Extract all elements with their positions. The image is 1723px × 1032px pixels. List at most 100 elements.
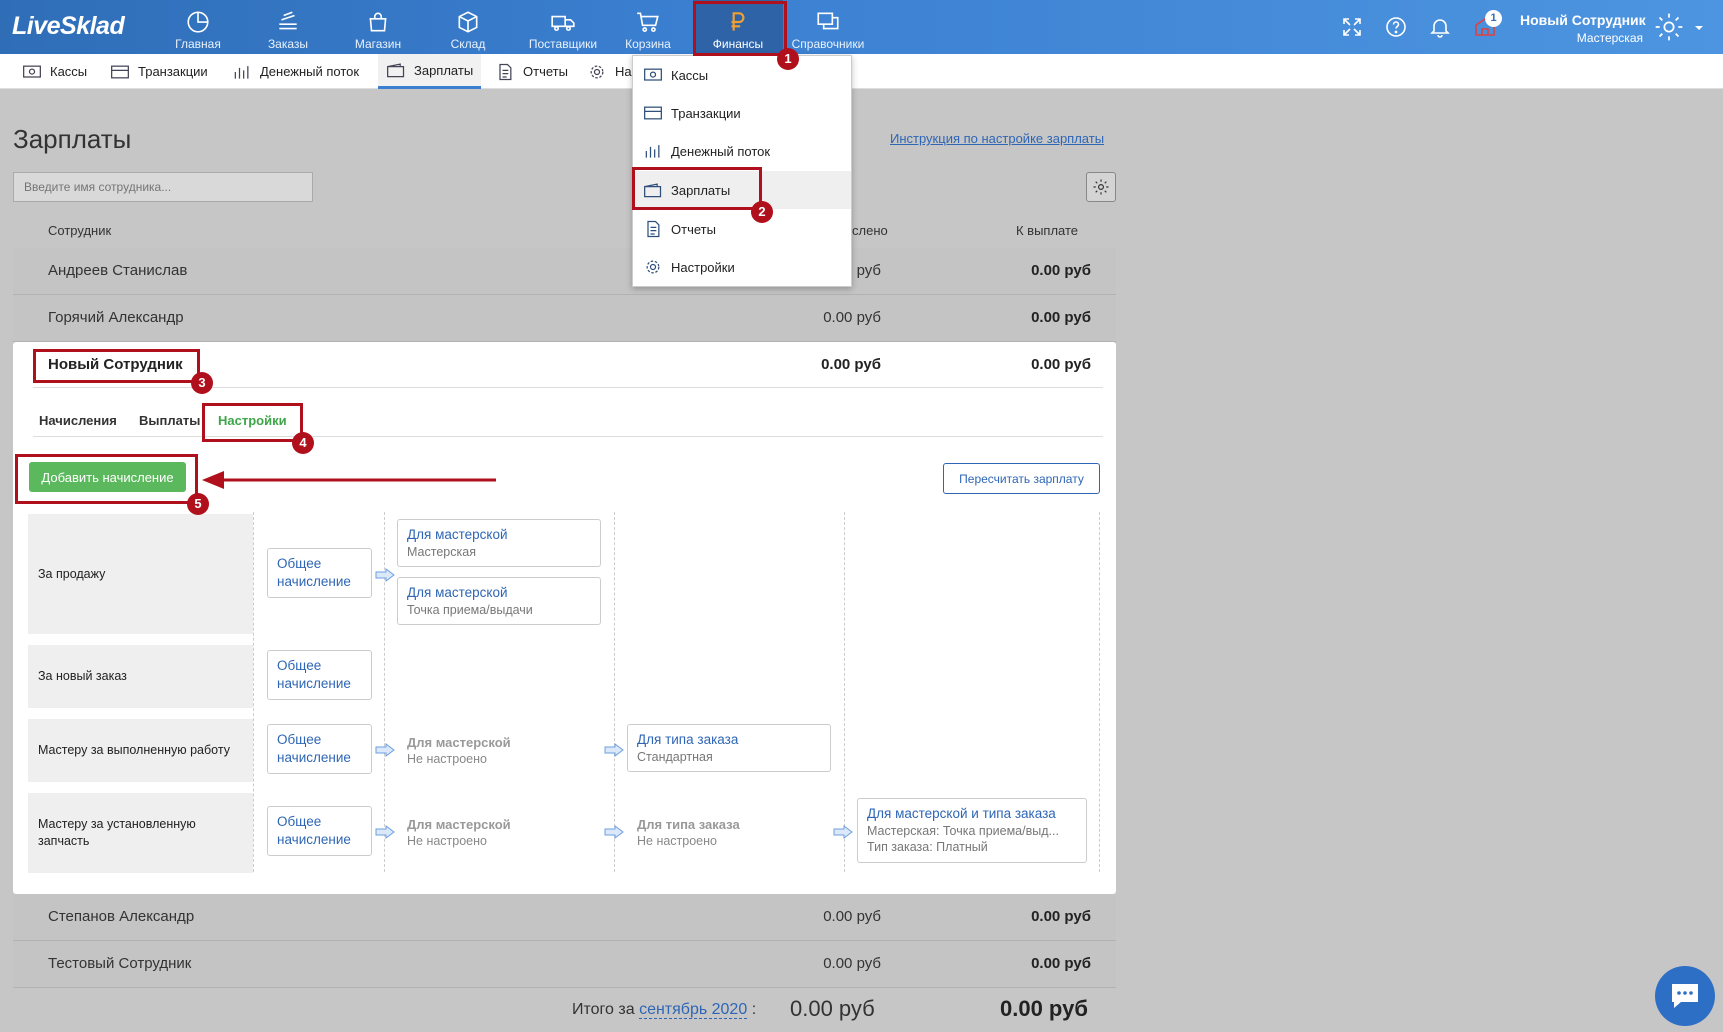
dropdown-item-label: Настройки bbox=[671, 259, 735, 275]
employee-to-pay: 0.00 руб bbox=[1031, 309, 1091, 326]
cart-icon bbox=[637, 12, 659, 33]
nav-item-home[interactable]: Главная bbox=[153, 0, 243, 54]
bell-icon[interactable] bbox=[1428, 15, 1452, 39]
rule-box[interactable]: Для мастерской Точка приема/выдачи bbox=[397, 577, 601, 626]
general-accrual-box[interactable]: Общее начисление bbox=[267, 650, 372, 700]
gear-icon bbox=[646, 260, 660, 274]
subnav-label: Транзакции bbox=[138, 64, 208, 79]
annotation-box-finance bbox=[693, 1, 787, 56]
notification-badge: 1 bbox=[1485, 10, 1502, 27]
arrow-right-icon bbox=[375, 743, 395, 757]
annotation-box-settings-tab bbox=[202, 403, 303, 442]
document-icon bbox=[499, 63, 512, 80]
total-colon: : bbox=[751, 1001, 757, 1018]
nav-item-warehouse[interactable]: Склад bbox=[423, 0, 513, 54]
bar-chart-icon bbox=[645, 145, 660, 158]
dropdown-item-cashboxes[interactable]: Кассы bbox=[633, 56, 851, 94]
salary-setup-help-link[interactable]: Инструкция по настройке зарплаты bbox=[890, 131, 1104, 146]
subnav-item-settings[interactable]: На bbox=[587, 54, 632, 89]
tab-accruals[interactable]: Начисления bbox=[39, 413, 117, 428]
placeholder-subtitle: Не настроено bbox=[407, 752, 487, 767]
arrow-right-icon bbox=[604, 825, 624, 839]
general-accrual-box[interactable]: Общее начисление bbox=[267, 806, 372, 856]
rule-placeholder[interactable]: Для типа заказа Не настроено bbox=[637, 816, 740, 850]
nav-item-shop[interactable]: Магазин bbox=[333, 0, 423, 54]
employee-to-pay: 0.00 руб bbox=[1031, 262, 1091, 279]
box-subtitle: Тип заказа: Платный bbox=[867, 840, 988, 855]
chevron-down-icon[interactable] bbox=[1693, 22, 1705, 34]
windows-icon bbox=[817, 12, 839, 30]
subnav-label: Отчеты bbox=[523, 64, 568, 79]
accrual-row-label: За продажу bbox=[28, 514, 253, 634]
accrual-row-label: За новый заказ bbox=[28, 645, 253, 708]
dropdown-item-transactions[interactable]: Транзакции bbox=[633, 94, 851, 132]
subnav-label: Кассы bbox=[50, 64, 88, 79]
placeholder-title: Для мастерской bbox=[407, 817, 511, 832]
subnav-item-cashflow[interactable]: Денежный поток bbox=[232, 54, 359, 89]
dropdown-item-label: Транзакции bbox=[671, 105, 741, 121]
column-separator bbox=[614, 512, 615, 872]
rule-placeholder[interactable]: Для мастерской Не настроено bbox=[407, 816, 511, 850]
app-logo[interactable]: LiveSklad bbox=[12, 12, 125, 41]
column-separator bbox=[844, 512, 845, 872]
wallet-icon bbox=[387, 63, 405, 78]
dropdown-item-cashflow[interactable]: Денежный поток bbox=[633, 132, 851, 170]
page-title: Зарплаты bbox=[13, 124, 132, 154]
employee-row[interactable]: Горячий Александр 0.00 руб 0.00 руб bbox=[13, 295, 1116, 342]
bar-chart-icon bbox=[234, 65, 249, 79]
recalculate-salary-button[interactable]: Пересчитать зарплату bbox=[943, 463, 1100, 494]
annotation-number: 5 bbox=[187, 493, 209, 515]
cash-icon bbox=[23, 65, 41, 78]
total-prefix: Итого за bbox=[572, 1001, 635, 1018]
column-header-accrued: слено bbox=[852, 223, 888, 238]
dropdown-item-settings[interactable]: Настройки bbox=[633, 248, 851, 286]
box-title: Для мастерской и типа заказа bbox=[867, 806, 1056, 821]
accrual-row-label: Мастеру за установленную запчасть bbox=[28, 793, 253, 873]
nav-item-suppliers[interactable]: Поставщики bbox=[513, 0, 613, 54]
employee-row[interactable]: Степанов Александр 0.00 руб 0.00 руб bbox=[13, 894, 1116, 941]
user-role: Мастерская bbox=[1576, 31, 1643, 45]
subnav-item-salaries[interactable]: Зарплаты bbox=[378, 54, 482, 89]
column-separator bbox=[253, 512, 254, 872]
rule-box[interactable]: Для типа заказа Стандартная bbox=[627, 724, 831, 773]
subnav-item-cashboxes[interactable]: Кассы bbox=[22, 54, 87, 89]
nav-item-cart[interactable]: Корзина bbox=[603, 0, 693, 54]
general-accrual-box[interactable]: Общее начисление bbox=[267, 548, 372, 598]
table-settings-button[interactable] bbox=[1086, 172, 1116, 202]
nav-item-label: Магазин bbox=[354, 37, 402, 51]
employee-row[interactable]: Тестовый Сотрудник 0.00 руб 0.00 руб bbox=[13, 941, 1116, 988]
rule-box[interactable]: Для мастерской и типа заказа Мастерская:… bbox=[857, 798, 1087, 863]
help-icon[interactable] bbox=[1384, 15, 1408, 39]
nav-item-references[interactable]: Справочники bbox=[783, 0, 873, 54]
employee-search-input[interactable] bbox=[13, 172, 313, 202]
nav-item-orders[interactable]: Заказы bbox=[243, 0, 333, 54]
employee-name: Тестовый Сотрудник bbox=[48, 955, 192, 972]
employee-name: Степанов Александр bbox=[48, 908, 195, 925]
annotation-number: 2 bbox=[751, 201, 773, 223]
tab-payments[interactable]: Выплаты bbox=[139, 413, 200, 428]
month-selector[interactable]: сентябрь 2020 bbox=[639, 1001, 748, 1019]
user-name[interactable]: Новый Сотрудник bbox=[1520, 12, 1646, 28]
general-accrual-box[interactable]: Общее начисление bbox=[267, 724, 372, 774]
employee-name: Горячий Александр bbox=[48, 309, 184, 326]
document-icon bbox=[647, 220, 660, 238]
box-title: Общее начисление bbox=[277, 814, 351, 847]
finance-subnav: Кассы Транзакции Денежный поток Зарплаты… bbox=[0, 54, 1723, 89]
employee-to-pay: 0.00 руб bbox=[1031, 955, 1091, 972]
user-settings-icon[interactable] bbox=[1653, 11, 1685, 43]
dropdown-item-reports[interactable]: Отчеты bbox=[633, 210, 851, 248]
rule-box[interactable]: Для мастерской Мастерская bbox=[397, 519, 601, 568]
rule-placeholder[interactable]: Для мастерской Не настроено bbox=[407, 734, 511, 768]
box-subtitle: Точка приема/выдачи bbox=[407, 602, 533, 617]
employee-row[interactable]: Андреев Станислав руб 0.00 руб bbox=[13, 248, 1116, 295]
subnav-item-transactions[interactable]: Транзакции bbox=[110, 54, 208, 89]
employee-accrued: руб bbox=[856, 262, 881, 279]
subnav-item-reports[interactable]: Отчеты bbox=[495, 54, 568, 89]
nav-item-label: Корзина bbox=[625, 37, 671, 51]
chat-bubble-icon bbox=[1672, 984, 1698, 1008]
fullscreen-icon[interactable] bbox=[1340, 15, 1364, 39]
box-subtitle: Мастерская bbox=[407, 544, 476, 559]
employee-name: Андреев Станислав bbox=[48, 262, 188, 279]
gear-icon bbox=[1093, 179, 1109, 195]
chat-widget-button[interactable] bbox=[1655, 966, 1715, 1026]
